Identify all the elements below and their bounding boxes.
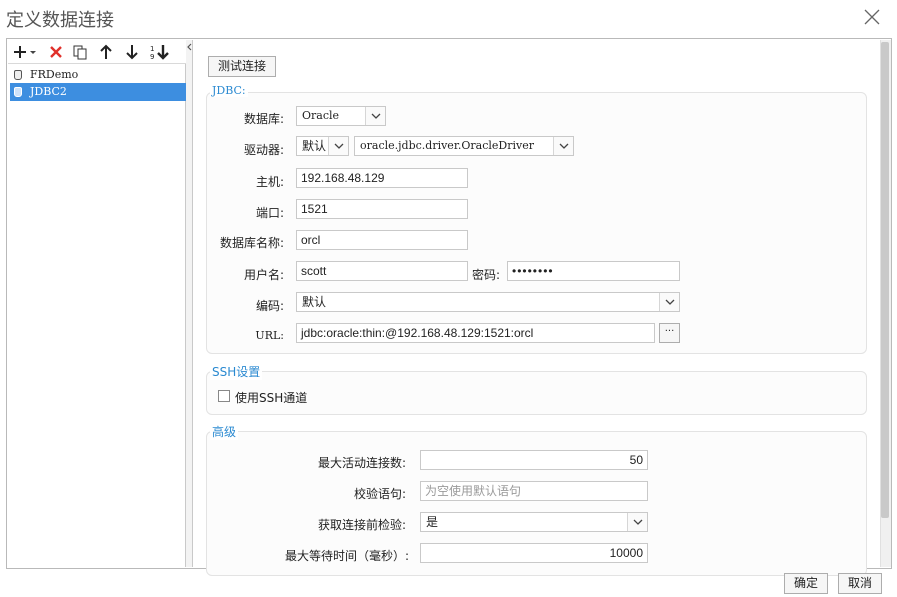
database-value: Oracle (302, 109, 340, 122)
ok-button[interactable]: 确定 (784, 573, 828, 594)
copy-icon[interactable] (70, 43, 90, 61)
encoding-select[interactable]: 默认 (296, 292, 680, 312)
encoding-label: 编码: (255, 299, 284, 313)
pane-splitter[interactable] (186, 40, 193, 567)
ssh-group-title: SSH设置 (210, 363, 263, 380)
scrollbar-thumb[interactable] (881, 42, 889, 518)
svg-text:9: 9 (150, 53, 154, 60)
test-before-value: 是 (426, 515, 439, 529)
test-before-label: 获取连接前检验: (317, 518, 406, 532)
max-wait-input[interactable]: 10000 (420, 543, 648, 563)
url-input[interactable]: jdbc:oracle:thin:@192.168.48.129:1521:or… (296, 323, 655, 343)
move-up-icon[interactable] (96, 43, 116, 61)
host-label: 主机: (255, 175, 284, 189)
add-icon[interactable] (12, 43, 38, 61)
database-select[interactable]: Oracle (296, 106, 386, 126)
jdbc-group-title: JDBC: (210, 84, 248, 97)
driver-class-select[interactable]: oracle.jdbc.driver.OracleDriver (354, 136, 574, 156)
test-connection-button[interactable]: 测试连接 (208, 56, 276, 77)
database-icon (14, 87, 22, 97)
connection-settings-pane: 测试连接 JDBC: 数据库: Oracle 驱动器: 默认 oracle.jd… (194, 40, 880, 576)
sort-icon[interactable]: 19 (148, 43, 172, 61)
driver-mode-select[interactable]: 默认 (296, 136, 349, 156)
close-icon[interactable] (861, 6, 883, 28)
chevron-down-icon (659, 293, 679, 311)
max-wait-label: 最大等待时间（毫秒）: (284, 549, 409, 563)
username-input[interactable]: scott (296, 261, 468, 281)
driver-mode-value: 默认 (302, 139, 327, 153)
max-active-label: 最大活动连接数: (317, 456, 406, 470)
connection-list-pane: 19 FRDemo JDBC2 (8, 40, 186, 567)
connection-toolbar: 19 (8, 40, 186, 64)
window-title: 定义数据连接 (6, 10, 114, 31)
svg-text:1: 1 (150, 45, 154, 53)
port-input[interactable]: 1521 (296, 199, 468, 219)
connection-item-jdbc2[interactable]: JDBC2 (10, 83, 186, 101)
chevron-down-icon (627, 513, 647, 531)
dbname-label: 数据库名称: (219, 236, 284, 250)
password-input[interactable]: •••••••• (507, 261, 680, 281)
database-icon (14, 70, 22, 80)
move-down-icon[interactable] (122, 43, 142, 61)
connection-label: FRDemo (30, 68, 79, 81)
password-label: 密码: (471, 268, 500, 282)
username-label: 用户名: (243, 268, 284, 282)
use-ssh-checkbox[interactable] (218, 390, 230, 402)
database-label: 数据库: (243, 112, 284, 126)
driver-label: 驱动器: (243, 143, 284, 157)
url-more-button[interactable]: ··· (659, 323, 680, 343)
connection-item-frdemo[interactable]: FRDemo (10, 66, 186, 84)
validation-query-input[interactable]: 为空使用默认语句 (420, 481, 648, 501)
use-ssh-label: 使用SSH通道 (235, 391, 308, 405)
dbname-input[interactable]: orcl (296, 230, 468, 250)
validation-query-label: 校验语句: (353, 487, 406, 501)
url-label: URL: (255, 329, 284, 342)
encoding-value: 默认 (302, 295, 327, 309)
driver-class-value: oracle.jdbc.driver.OracleDriver (360, 139, 534, 152)
chevron-down-icon (365, 107, 385, 125)
host-input[interactable]: 192.168.48.129 (296, 168, 468, 188)
delete-icon[interactable] (46, 43, 66, 61)
max-active-input[interactable]: 50 (420, 450, 648, 470)
jdbc-group (206, 92, 867, 354)
test-before-select[interactable]: 是 (420, 512, 648, 532)
advanced-group-title: 高级 (210, 423, 239, 440)
chevron-down-icon (553, 137, 573, 155)
cancel-button[interactable]: 取消 (838, 573, 882, 594)
chevron-down-icon (328, 137, 348, 155)
port-label: 端口: (255, 206, 284, 220)
connection-label: JDBC2 (30, 85, 67, 98)
